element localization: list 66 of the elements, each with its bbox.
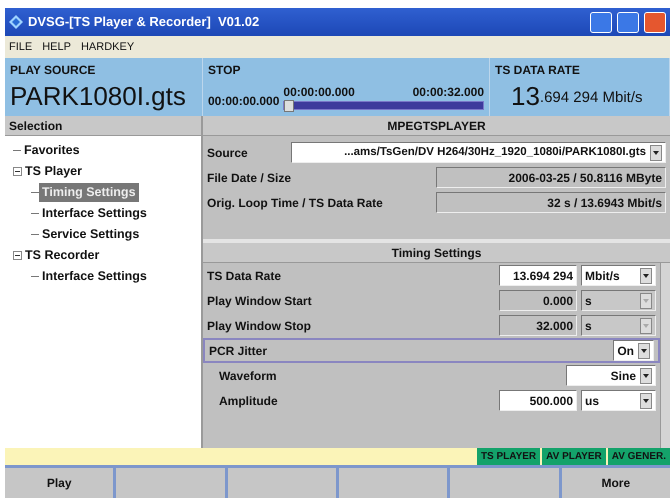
position-time: 00:00:00.000 bbox=[283, 84, 355, 101]
readout-field: 2006-03-25 / 50.8116 MByte bbox=[436, 167, 666, 188]
value-dropdown[interactable]: On bbox=[613, 340, 654, 361]
status-tag: TS PLAYER bbox=[476, 448, 540, 465]
value-field[interactable]: 13.694 294 bbox=[499, 265, 577, 286]
tree-item[interactable]: Interface Settings bbox=[39, 267, 150, 286]
maximize-button[interactable] bbox=[617, 12, 639, 32]
tree-item[interactable]: Interface Settings bbox=[39, 204, 150, 223]
status-tag: AV PLAYER bbox=[542, 448, 606, 465]
window-title: DVSG-[TS Player & Recorder] V01.02 bbox=[28, 13, 260, 32]
tree-item[interactable]: TS Recorder bbox=[22, 246, 102, 265]
panel-title: MPEGTSPLAYER bbox=[387, 118, 486, 134]
field-label: Orig. Loop Time / TS Data Rate bbox=[207, 194, 384, 212]
tree-item[interactable]: Timing Settings bbox=[39, 183, 139, 202]
field-label: Play Window Start bbox=[207, 292, 312, 310]
dropdown-arrow-icon bbox=[643, 324, 649, 328]
field-label: PCR Jitter bbox=[209, 342, 268, 360]
slider-thumb[interactable] bbox=[284, 100, 294, 112]
softkey-button[interactable]: Play bbox=[5, 468, 114, 498]
menu-item[interactable]: FILE bbox=[9, 38, 32, 56]
field-label: TS Data Rate bbox=[207, 268, 282, 284]
dropdown-arrow-icon bbox=[643, 374, 649, 378]
value-dropdown[interactable]: Sine bbox=[566, 365, 656, 386]
unit-dropdown[interactable]: us bbox=[581, 390, 656, 411]
field-label: Amplitude bbox=[219, 392, 278, 410]
collapse-icon[interactable] bbox=[13, 251, 22, 260]
panel-title: Timing Settings bbox=[392, 244, 482, 262]
position-slider[interactable] bbox=[283, 101, 484, 110]
tree-item[interactable]: Favorites bbox=[21, 141, 83, 160]
dropdown-arrow-icon bbox=[643, 398, 649, 402]
transport-state: STOP bbox=[208, 62, 242, 79]
data-rate-major: 13 bbox=[511, 83, 540, 109]
value-field[interactable]: 500.000 bbox=[499, 390, 577, 411]
tree-item[interactable]: Service Settings bbox=[39, 225, 142, 244]
tree-item[interactable]: TS Player bbox=[22, 162, 85, 181]
status-tag: AV GENER. bbox=[608, 448, 670, 465]
section-label: TS DATA RATE bbox=[495, 62, 581, 79]
menu-item[interactable]: HELP bbox=[42, 38, 71, 56]
field-label: File Date / Size bbox=[207, 170, 292, 186]
end-time: 00:00:32.000 bbox=[412, 84, 484, 101]
dropdown-arrow-icon bbox=[641, 348, 647, 352]
start-time: 00:00:00.000 bbox=[208, 93, 280, 110]
value-field: 32.000 bbox=[499, 315, 577, 336]
close-button[interactable] bbox=[644, 12, 666, 32]
unit-dropdown: s bbox=[581, 315, 656, 336]
menu-item[interactable]: HARDKEY bbox=[80, 38, 134, 56]
data-rate-minor: .694 294 Mbit/s bbox=[540, 88, 642, 108]
dropdown-arrow-icon bbox=[643, 274, 649, 278]
value-field: 0.000 bbox=[499, 290, 577, 311]
minimize-button[interactable] bbox=[590, 12, 612, 32]
source-dropdown[interactable]: ...ams/TsGen/DV H264/30Hz_1920_1080i/PARK1080I.gts bbox=[291, 142, 666, 163]
dropdown-arrow-icon bbox=[653, 150, 659, 154]
dropdown-arrow-icon bbox=[643, 298, 649, 302]
softkey-button[interactable]: More bbox=[562, 468, 670, 498]
unit-dropdown: s bbox=[581, 290, 656, 311]
field-label: Play Window Stop bbox=[207, 318, 311, 334]
field-label: Waveform bbox=[219, 368, 277, 384]
section-label: PLAY SOURCE bbox=[10, 62, 96, 79]
scrollbar[interactable] bbox=[660, 263, 670, 448]
readout-field: 32 s / 13.6943 Mbit/s bbox=[436, 192, 666, 213]
field-label: Source bbox=[207, 144, 249, 162]
play-source-value: PARK1080I.gts bbox=[10, 83, 187, 109]
panel-title: Selection bbox=[9, 118, 62, 134]
unit-dropdown[interactable]: Mbit/s bbox=[581, 265, 656, 286]
app-icon bbox=[9, 15, 23, 29]
collapse-icon[interactable] bbox=[13, 167, 22, 176]
